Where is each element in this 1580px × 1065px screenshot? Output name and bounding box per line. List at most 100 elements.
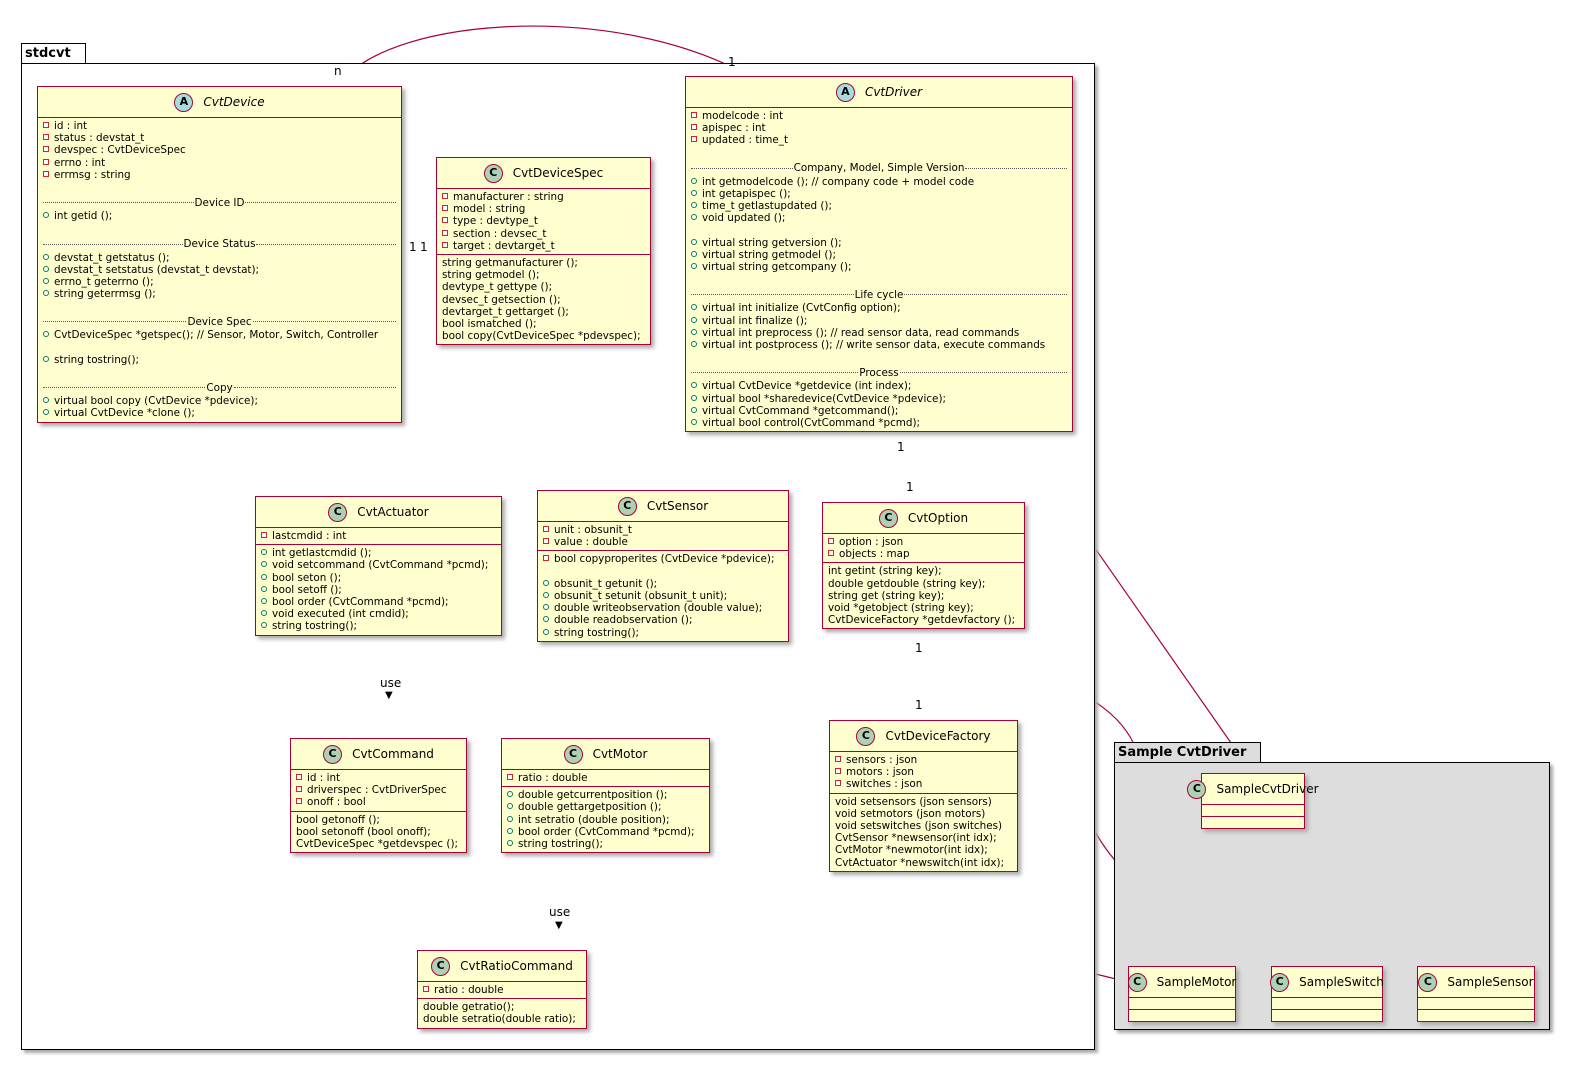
public-visibility-icon bbox=[543, 579, 549, 586]
member-text: void executed (int cmdid); bbox=[272, 608, 409, 621]
class-attributes bbox=[1202, 805, 1304, 816]
member-text: CvtDeviceSpec *getspec(); // Sensor, Mot… bbox=[54, 329, 379, 342]
member-text: devspec : CvtDeviceSpec bbox=[54, 144, 186, 157]
multiplicity-n: n bbox=[334, 64, 342, 78]
class-header: C CvtActuator bbox=[256, 497, 501, 528]
class-attributes: id : int status : devstat_t devspec : CvtD… bbox=[38, 118, 401, 422]
private-visibility-icon bbox=[543, 555, 549, 562]
member-text: obsunit_t setunit (obsunit_t unit); bbox=[554, 589, 728, 602]
class-attributes: modelcode : int apispec : int updated : ti… bbox=[686, 108, 1072, 431]
member-group-separator: Life cycle bbox=[691, 288, 1067, 301]
public-visibility-icon bbox=[43, 409, 49, 416]
class-name: CvtDriver bbox=[864, 84, 923, 99]
member-text: int setratio (double position); bbox=[518, 813, 670, 826]
member-text: string tostring(); bbox=[554, 626, 639, 639]
public-visibility-icon bbox=[691, 177, 697, 184]
private-visibility-icon bbox=[442, 217, 448, 224]
class-name: CvtRatioCommand bbox=[460, 958, 573, 973]
class-cvtactuator[interactable]: C CvtActuator lastcmdid : int int getlastcm… bbox=[255, 496, 502, 636]
class-member: lastcmdid : int bbox=[261, 530, 496, 542]
public-visibility-icon bbox=[543, 616, 549, 623]
public-visibility-icon bbox=[691, 263, 697, 270]
class-icon: C bbox=[1418, 972, 1438, 992]
class-cvtdevicefactory[interactable]: C CvtDeviceFactory sensors : json motors : … bbox=[829, 720, 1018, 872]
class-attributes: unit : obsunit_t value : double bbox=[538, 522, 788, 550]
package-tab-sample-cvtdriver: Sample CvtDriver bbox=[1114, 742, 1262, 762]
class-cvtdevicespec[interactable]: C CvtDeviceSpec manufacturer : string model… bbox=[436, 157, 651, 346]
private-visibility-icon bbox=[835, 780, 841, 787]
class-samplemotor[interactable]: C SampleMotor bbox=[1127, 966, 1236, 1022]
public-visibility-icon bbox=[691, 341, 697, 347]
class-member: devstat_t setstatus (devstat_t devstat); bbox=[43, 264, 396, 276]
private-visibility-icon bbox=[828, 550, 834, 557]
class-samplesensor[interactable]: C SampleSensor bbox=[1417, 966, 1535, 1022]
member-spacer bbox=[543, 566, 783, 578]
member-text: id : int bbox=[54, 120, 88, 132]
class-member: devtarget_t gettarget (); bbox=[442, 306, 645, 318]
class-member: int getid (); bbox=[43, 210, 396, 222]
member-text: driverspec : CvtDriverSpec bbox=[307, 784, 447, 797]
member-text: virtual int initialize (CvtConfig option… bbox=[702, 302, 901, 315]
label-use-motor-ratiocommand: use bbox=[549, 905, 571, 919]
public-visibility-icon bbox=[543, 628, 549, 635]
class-cvtratiocommand[interactable]: C CvtRatioCommand ratio : double double get… bbox=[417, 950, 587, 1029]
class-member: id : int bbox=[43, 120, 396, 132]
class-sampleswitch[interactable]: C SampleSwitch bbox=[1270, 966, 1384, 1022]
class-samplecvtdriver[interactable]: C SampleCvtDriver bbox=[1187, 773, 1319, 829]
class-attributes: ratio : double bbox=[502, 770, 709, 786]
member-text: bool copy(CvtDeviceSpec *pdevspec); bbox=[442, 330, 641, 343]
private-visibility-icon bbox=[296, 786, 302, 793]
class-attributes: manufacturer : string model : string type … bbox=[437, 189, 650, 254]
class-header: C CvtRatioCommand bbox=[418, 951, 586, 982]
member-text: CvtActuator *newswitch(int idx); bbox=[835, 856, 1005, 869]
class-methods: double getratio(); double setratio(double… bbox=[418, 998, 586, 1027]
class-cvtsensor[interactable]: C CvtSensor unit : obsunit_t value : double… bbox=[537, 490, 789, 642]
member-text: onoff : bool bbox=[307, 796, 366, 809]
class-member: virtual bool *sharedevice(CvtDevice *pde… bbox=[691, 393, 1067, 405]
member-text: CvtMotor *newmotor(int idx); bbox=[835, 844, 988, 857]
private-visibility-icon bbox=[423, 986, 429, 992]
private-visibility-icon bbox=[543, 538, 549, 545]
member-text: double gettargetposition (); bbox=[518, 801, 662, 814]
multiplicity-spec-1: 1 bbox=[420, 240, 428, 254]
member-text: devstat_t getstatus (); bbox=[54, 251, 170, 264]
class-cvtdriver[interactable]: A CvtDriver modelcode : int apispec : int up… bbox=[685, 76, 1073, 433]
class-header: C CvtCommand bbox=[291, 739, 466, 770]
member-text: virtual string getversion (); bbox=[702, 236, 842, 249]
public-visibility-icon bbox=[691, 238, 697, 245]
member-spacer bbox=[691, 351, 1067, 363]
class-icon: C bbox=[323, 744, 343, 764]
member-text: void setswitches (json switches) bbox=[835, 819, 1003, 832]
member-text: CvtDeviceFactory *getdevfactory (); bbox=[828, 614, 1016, 627]
class-methods bbox=[1418, 1009, 1534, 1021]
public-visibility-icon bbox=[691, 394, 697, 401]
class-cvtoption[interactable]: C CvtOption option : json objects : map int … bbox=[822, 502, 1025, 630]
class-member: void setsensors (json sensors) bbox=[835, 796, 1012, 808]
class-icon: C bbox=[431, 956, 451, 976]
class-member: devtype_t gettype (); bbox=[442, 281, 645, 293]
member-text: bool copyproperites (CvtDevice *pdevice)… bbox=[554, 553, 775, 566]
member-text: virtual bool control(CvtCommand *pcmd); bbox=[702, 416, 921, 429]
private-visibility-icon bbox=[442, 241, 448, 248]
public-visibility-icon bbox=[261, 597, 267, 604]
private-visibility-icon bbox=[43, 134, 49, 141]
member-text: section : devsec_t bbox=[453, 227, 547, 240]
class-member: double setratio(double ratio); bbox=[423, 1013, 581, 1025]
class-member: driverspec : CvtDriverSpec bbox=[296, 784, 461, 796]
class-name: CvtMotor bbox=[592, 746, 648, 761]
class-member: bool setoff (); bbox=[261, 584, 496, 596]
public-visibility-icon bbox=[43, 212, 49, 219]
class-cvtdevice[interactable]: A CvtDevice id : int status : devstat_t devs… bbox=[37, 86, 402, 423]
member-text: option : json bbox=[839, 536, 904, 548]
member-text: errno : int bbox=[54, 156, 106, 169]
class-member: CvtSensor *newsensor(int idx); bbox=[835, 832, 1012, 844]
separator-label: Device Status bbox=[183, 237, 256, 250]
class-member: void *getobject (string key); bbox=[828, 602, 1019, 614]
class-member: objects : map bbox=[828, 548, 1019, 560]
class-cvtcommand[interactable]: C CvtCommand id : int driverspec : CvtDrive… bbox=[290, 738, 467, 854]
private-visibility-icon bbox=[835, 768, 841, 775]
class-cvtmotor[interactable]: C CvtMotor ratio : double double getcurrent… bbox=[501, 738, 710, 854]
class-member: bool copyproperites (CvtDevice *pdevice)… bbox=[543, 553, 783, 565]
private-visibility-icon bbox=[442, 193, 448, 199]
class-member: int getmodelcode (); // company code + m… bbox=[691, 176, 1067, 188]
